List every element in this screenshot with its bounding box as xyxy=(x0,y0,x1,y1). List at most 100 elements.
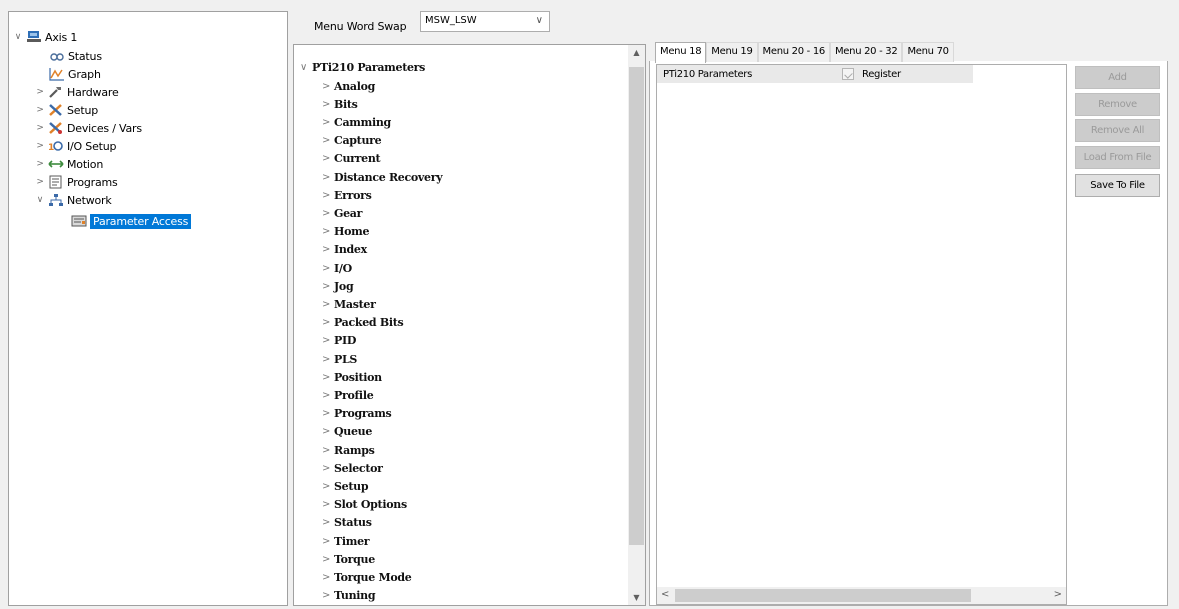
tab-menu-20-32[interactable]: Menu 20 - 32 xyxy=(829,42,903,62)
param-category-item[interactable]: > Distance Recovery xyxy=(322,168,443,186)
param-root[interactable]: ∨ PTi210 Parameters xyxy=(300,58,425,76)
param-category-item[interactable]: > Selector xyxy=(322,459,383,477)
param-category-item[interactable]: > Gear xyxy=(322,204,362,222)
chevron-down-icon[interactable]: ∨ xyxy=(35,195,45,205)
tree-item-setup[interactable]: > Setup xyxy=(35,101,98,119)
param-category-item[interactable]: > Capture xyxy=(322,132,382,150)
tree-item-devices-vars[interactable]: > Devices / Vars xyxy=(35,119,142,137)
param-category-item[interactable]: > I/O xyxy=(322,259,352,277)
chevron-right-icon[interactable]: > xyxy=(322,554,334,565)
chevron-right-icon[interactable]: > xyxy=(322,135,334,146)
param-category-item[interactable]: > Torque Mode xyxy=(322,568,412,586)
param-category-item[interactable]: > Current xyxy=(322,150,381,168)
param-category-item[interactable]: > Errors xyxy=(322,186,372,204)
chevron-right-icon[interactable]: > xyxy=(322,263,334,274)
chevron-right-icon[interactable]: > xyxy=(35,87,45,97)
tree-item-hardware[interactable]: > Hardware xyxy=(35,83,118,101)
scroll-up-icon[interactable]: ▲ xyxy=(628,48,645,57)
scroll-down-icon[interactable]: ▼ xyxy=(628,593,645,602)
param-category-item[interactable]: > Position xyxy=(322,368,382,386)
param-category-item[interactable]: > Analog xyxy=(322,77,375,95)
tree-item-graph[interactable]: Graph xyxy=(49,65,101,83)
param-category-item[interactable]: > Timer xyxy=(322,532,370,550)
chevron-right-icon[interactable]: > xyxy=(322,372,334,383)
chevron-down-icon[interactable]: ∨ xyxy=(13,32,23,42)
chevron-right-icon[interactable]: > xyxy=(35,159,45,169)
chevron-right-icon[interactable]: > xyxy=(322,172,334,183)
chevron-right-icon[interactable]: > xyxy=(35,105,45,115)
horizontal-scrollbar[interactable]: < > xyxy=(657,587,1066,604)
chevron-right-icon[interactable]: > xyxy=(322,190,334,201)
tree-item-status[interactable]: Status xyxy=(49,47,102,65)
tab-menu-70[interactable]: Menu 70 xyxy=(902,42,954,62)
tab-menu-20-16[interactable]: Menu 20 - 16 xyxy=(757,42,830,62)
chevron-right-icon[interactable]: > xyxy=(322,281,334,292)
chevron-right-icon[interactable]: > xyxy=(322,244,334,255)
scrollbar-thumb[interactable] xyxy=(675,589,971,602)
chevron-right-icon[interactable]: > xyxy=(322,354,334,365)
chevron-right-icon[interactable]: > xyxy=(322,317,334,328)
scroll-left-icon[interactable]: < xyxy=(661,589,669,600)
tab-menu-18[interactable]: Menu 18 xyxy=(655,42,707,63)
chevron-right-icon[interactable]: > xyxy=(322,408,334,419)
param-category-item[interactable]: > Home xyxy=(322,223,369,241)
param-category-item[interactable]: > Queue xyxy=(322,423,372,441)
param-category-item[interactable]: > PLS xyxy=(322,350,357,368)
param-category-item[interactable]: > Setup xyxy=(322,477,369,495)
chevron-right-icon[interactable]: > xyxy=(322,517,334,528)
chevron-right-icon[interactable]: > xyxy=(322,572,334,583)
chevron-right-icon[interactable]: > xyxy=(35,123,45,133)
remove-button[interactable]: Remove xyxy=(1075,93,1160,116)
param-category-item[interactable]: > Torque xyxy=(322,550,375,568)
param-category-item[interactable]: > Ramps xyxy=(322,441,375,459)
scrollbar-thumb[interactable] xyxy=(629,67,644,545)
tree-item-network[interactable]: ∨ Network xyxy=(35,191,112,209)
tree-item-programs[interactable]: > Programs xyxy=(35,173,118,191)
param-category-item[interactable]: > Camming xyxy=(322,113,391,131)
chevron-right-icon[interactable]: > xyxy=(322,99,334,110)
param-category-item[interactable]: > Index xyxy=(322,241,367,259)
chevron-right-icon[interactable]: > xyxy=(35,141,45,151)
column-header-register[interactable]: Register xyxy=(862,69,901,80)
chevron-right-icon[interactable]: > xyxy=(322,335,334,346)
chevron-right-icon[interactable]: > xyxy=(322,499,334,510)
param-category-item[interactable]: > Bits xyxy=(322,95,358,113)
param-category-item[interactable]: > Slot Options xyxy=(322,496,407,514)
param-category-item[interactable]: > Jog xyxy=(322,277,354,295)
register-checkbox[interactable] xyxy=(842,68,854,80)
param-category-item[interactable]: > Master xyxy=(322,295,376,313)
chevron-right-icon[interactable]: > xyxy=(322,426,334,437)
chevron-right-icon[interactable]: > xyxy=(322,463,334,474)
navigation-tree[interactable]: ∨ Axis 1 Status Graph > Hardware > Setup… xyxy=(8,11,288,606)
chevron-right-icon[interactable]: > xyxy=(322,536,334,547)
chevron-right-icon[interactable]: > xyxy=(322,208,334,219)
param-category-item[interactable]: > Status xyxy=(322,514,372,532)
chevron-right-icon[interactable]: > xyxy=(322,445,334,456)
tree-item-axis1[interactable]: ∨ Axis 1 xyxy=(13,28,78,46)
chevron-right-icon[interactable]: > xyxy=(322,590,334,601)
param-category-item[interactable]: > Packed Bits xyxy=(322,314,404,332)
chevron-right-icon[interactable]: > xyxy=(322,481,334,492)
param-category-item[interactable]: > Tuning xyxy=(322,587,376,605)
param-category-item[interactable]: > Programs xyxy=(322,405,392,423)
chevron-right-icon[interactable]: > xyxy=(322,299,334,310)
chevron-right-icon[interactable]: > xyxy=(322,81,334,92)
scroll-right-icon[interactable]: > xyxy=(1054,589,1062,600)
vertical-scrollbar[interactable]: ▲ ▼ xyxy=(628,45,645,605)
menu-word-swap-select[interactable]: MSW_LSW ∨ xyxy=(420,11,550,32)
chevron-right-icon[interactable]: > xyxy=(322,226,334,237)
chevron-right-icon[interactable]: > xyxy=(322,153,334,164)
chevron-right-icon[interactable]: > xyxy=(322,390,334,401)
param-category-item[interactable]: > Profile xyxy=(322,386,374,404)
remove-all-button[interactable]: Remove All xyxy=(1075,119,1160,142)
tab-menu-19[interactable]: Menu 19 xyxy=(706,42,758,62)
parameter-tree[interactable]: ∨ PTi210 Parameters > Analog > Bits > Camming… xyxy=(293,44,646,606)
chevron-right-icon[interactable]: > xyxy=(322,117,334,128)
param-category-item[interactable]: > PID xyxy=(322,332,356,350)
tree-item-motion[interactable]: > Motion xyxy=(35,155,103,173)
tree-item-io-setup[interactable]: > 1 I/O Setup xyxy=(35,137,116,155)
save-to-file-button[interactable]: Save To File xyxy=(1075,174,1160,197)
parameter-grid[interactable]: PTi210 Parameters Register < > xyxy=(656,64,1067,605)
column-header-parameters[interactable]: PTi210 Parameters xyxy=(657,69,842,80)
chevron-right-icon[interactable]: > xyxy=(35,177,45,187)
